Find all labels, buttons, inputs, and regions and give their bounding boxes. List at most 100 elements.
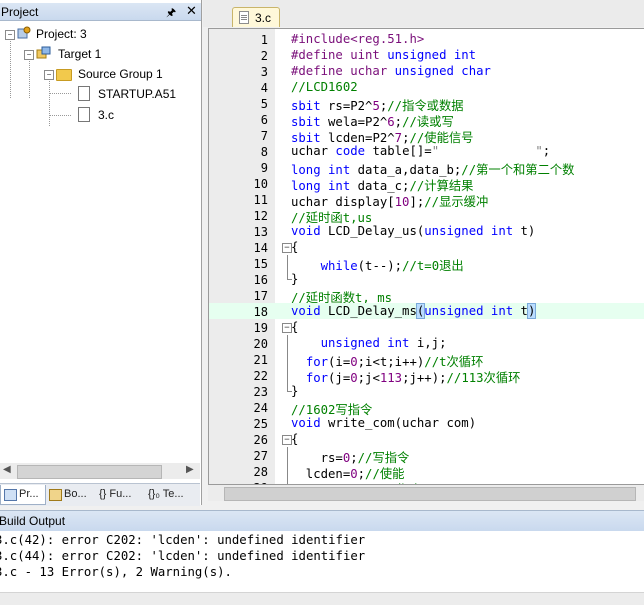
code-line[interactable]: 6 sbit wela=P2^6;//读或写 <box>209 111 644 129</box>
code-line[interactable]: 7 sbit lcden=P2^7;//使能信号 <box>209 127 644 145</box>
code-line[interactable]: 26−{ <box>209 431 644 447</box>
folder-icon <box>56 69 72 81</box>
fold-guide <box>287 255 288 271</box>
tab-functions[interactable]: {} Fu... <box>96 485 144 504</box>
code-line[interactable]: 8 uchar code table[]=" "; <box>209 143 644 159</box>
templates-tab-label: {}₀ Te... <box>148 488 184 500</box>
scrollbar-thumb[interactable] <box>224 487 636 501</box>
line-number: 22 <box>253 369 268 383</box>
close-icon[interactable]: ✕ <box>186 3 197 19</box>
project-pane-tabs: Pr... Bo... {} Fu... {}₀ Te... <box>0 483 200 506</box>
code-token: t <box>513 304 528 318</box>
code-line[interactable]: 15 while(t--);//t=0退出 <box>209 255 644 273</box>
code-line[interactable]: 25 void write_com(uchar com) <box>209 415 644 431</box>
code-line[interactable]: 11 uchar display[10];//显示缓冲 <box>209 191 644 209</box>
build-output-title: Build Output <box>0 514 66 528</box>
pin-icon[interactable]: 🖈 <box>166 4 176 23</box>
tree-item-startup-a51[interactable]: STARTUP.A51 <box>0 85 200 103</box>
code-token: unsigned int <box>424 224 514 238</box>
code-token: ; <box>542 144 551 158</box>
code-line[interactable]: 28 lcden=0;//使能 <box>209 463 644 481</box>
code-line[interactable]: 20 unsigned int i,j; <box>209 335 644 351</box>
code-line[interactable]: 10 long int data_c;//计算结果 <box>209 175 644 193</box>
line-number: 10 <box>253 177 268 191</box>
code-text: { <box>291 240 298 254</box>
code-token: i,j; <box>409 336 447 350</box>
project-icon <box>17 26 31 40</box>
code-line[interactable]: 22 for(j=0;j<113;j++);//113次循环 <box>209 367 644 385</box>
line-number: 3 <box>260 65 268 79</box>
code-text: void LCD_Delay_ms(unsigned int t) <box>291 303 537 319</box>
functions-tab-label: {} Fu... <box>99 488 132 500</box>
editor-horizontal-scrollbar[interactable] <box>208 485 644 501</box>
code-token: unsigned char <box>394 64 491 78</box>
line-number: 1 <box>260 33 268 47</box>
code-line[interactable]: 3 #define uchar unsigned char <box>209 63 644 79</box>
scroll-left-arrow-icon[interactable]: ◀ <box>3 464 11 475</box>
code-text: } <box>291 384 298 398</box>
fold-guide <box>287 447 288 463</box>
code-line[interactable]: 16} <box>209 271 644 287</box>
code-line[interactable]: 19−{ <box>209 319 644 335</box>
scroll-right-arrow-icon[interactable]: ▶ <box>186 464 194 475</box>
line-number: 23 <box>253 385 268 399</box>
code-token: { <box>291 240 299 254</box>
code-line[interactable]: 21 for(i=0;i<t;i++)//t次循环 <box>209 351 644 369</box>
code-line[interactable]: 13 void LCD_Delay_us(unsigned int t) <box>209 223 644 239</box>
line-number: 19 <box>253 321 268 335</box>
code-line[interactable]: 18 void LCD_Delay_ms(unsigned int t) <box>209 303 644 319</box>
tab-books[interactable]: Bo... <box>46 485 92 504</box>
tree-item-project[interactable]: − Project: 3 <box>0 25 200 43</box>
build-output-pane[interactable]: 3.c(42): error C202: 'lcden': undefined … <box>0 531 644 592</box>
code-token: } <box>291 384 299 398</box>
tree-item-source-group[interactable]: − Source Group 1 <box>0 65 200 83</box>
code-text: //LCD1602 <box>291 80 358 94</box>
line-number: 6 <box>260 113 268 127</box>
fold-end-guide <box>287 271 292 280</box>
code-line[interactable]: 12//延时函t,us <box>209 207 644 225</box>
code-line[interactable]: 24//1602写指令 <box>209 399 644 417</box>
file-icon <box>239 11 249 24</box>
scrollbar-thumb[interactable] <box>17 465 162 479</box>
code-text: void LCD_Delay_us(unsigned int t) <box>291 224 535 238</box>
tree-item-3c[interactable]: 3.c <box>0 106 200 124</box>
code-line[interactable]: 4 //LCD1602 <box>209 79 644 95</box>
code-token: { <box>291 320 299 334</box>
code-token: void <box>291 416 321 430</box>
line-number: 13 <box>253 225 268 239</box>
code-token: { <box>291 432 299 446</box>
code-text: #define uint unsigned int <box>291 48 476 62</box>
code-line[interactable]: 1 #include<reg.51.h> <box>209 31 644 47</box>
code-line[interactable]: 27 rs=0;//写指令 <box>209 447 644 465</box>
line-number: 2 <box>260 49 268 63</box>
code-line[interactable]: 14−{ <box>209 239 644 255</box>
code-line[interactable]: 5 sbit rs=P2^5;//指令或数据 <box>209 95 644 113</box>
code-line[interactable]: 17//延时函数t, ms <box>209 287 644 305</box>
code-token: uchar <box>291 144 336 158</box>
code-token: } <box>291 272 299 286</box>
tab-templates[interactable]: {}₀ Te... <box>146 485 200 504</box>
code-line[interactable]: 9 long int data_a,data_b;//第一个和第二个数 <box>209 159 644 177</box>
line-number: 9 <box>260 161 268 175</box>
fold-end-guide <box>287 383 292 392</box>
code-editor[interactable]: 1 #include<reg.51.h> 2 #define uint unsigne… <box>208 28 644 485</box>
code-text: void write_com(uchar com) <box>291 416 476 430</box>
code-text: } <box>291 272 298 286</box>
file-icon <box>78 107 90 122</box>
project-tree: − Project: 3 − Target 1 − Source Group 1… <box>0 22 200 462</box>
project-horizontal-scrollbar[interactable]: ◀ ▶ <box>0 463 200 479</box>
tab-project[interactable]: Pr... <box>0 485 46 505</box>
code-token: //LCD1602 <box>291 80 358 94</box>
build-output-horizontal-scrollbar[interactable] <box>0 592 644 605</box>
tree-item-target[interactable]: − Target 1 <box>0 45 200 63</box>
build-output-line: 3.c(44): error C202: 'lcden': undefined … <box>0 549 366 563</box>
build-output-line: 3.c - 13 Error(s), 2 Warning(s). <box>0 565 232 579</box>
file-tab-3c[interactable]: 3.c <box>232 7 280 27</box>
code-token: ) <box>526 303 537 319</box>
code-text: uchar code table[]=" "; <box>291 144 550 158</box>
code-token: LCD_Delay_ms <box>320 304 417 318</box>
project-pane-title: Project <box>1 5 39 19</box>
code-line[interactable]: 2 #define uint unsigned int <box>209 47 644 63</box>
code-line[interactable]: 23} <box>209 383 644 399</box>
build-output-title-bar: Build Output <box>0 510 644 532</box>
